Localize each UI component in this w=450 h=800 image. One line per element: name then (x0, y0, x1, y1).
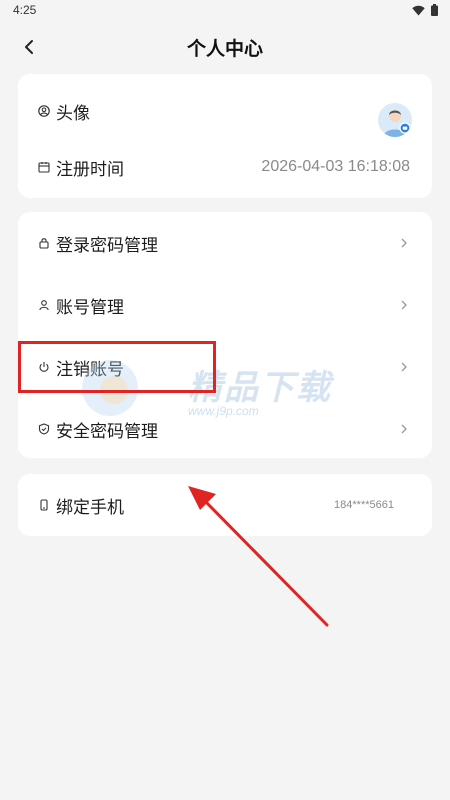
profile-card: 头像 注册时间 2026-04-03 16:18:08 (18, 74, 432, 198)
bind-phone-label: 绑定手机 (56, 497, 124, 518)
user-circle-icon (38, 105, 50, 117)
avatar-row[interactable]: 头像 (18, 83, 432, 139)
phone-card: 绑定手机 184****5661 (18, 474, 432, 536)
status-time: 4:25 (13, 3, 37, 17)
security-password-row[interactable]: 安全密码管理 (18, 401, 432, 457)
power-icon (38, 361, 50, 373)
lock-icon (38, 237, 50, 249)
avatar-label: 头像 (56, 103, 90, 124)
login-password-row[interactable]: 登录密码管理 (18, 215, 432, 271)
wifi-icon (412, 5, 425, 15)
chevron-right-icon (401, 362, 407, 372)
status-bar: 4:25 (0, 0, 450, 22)
status-icons (412, 4, 438, 16)
chevron-right-icon (401, 238, 407, 248)
person-icon (38, 299, 50, 311)
account-management-row[interactable]: 账号管理 (18, 277, 432, 333)
page-title: 个人中心 (186, 38, 263, 60)
bind-phone-value: 184****5661 (334, 499, 394, 511)
nav-bar: 个人中心 (0, 22, 450, 74)
security-card: 登录密码管理 账号管理 注销账号 安全密码管理 (18, 212, 432, 458)
register-time-value: 2026-04-03 16:18:08 (261, 158, 410, 175)
cancel-account-label: 注销账号 (56, 359, 124, 380)
calendar-icon (38, 161, 50, 173)
chevron-right-icon (401, 424, 407, 434)
register-time-row: 注册时间 2026-04-03 16:18:08 (18, 139, 432, 195)
login-password-label: 登录密码管理 (56, 235, 158, 256)
account-management-label: 账号管理 (56, 297, 124, 318)
security-password-label: 安全密码管理 (56, 421, 158, 442)
bind-phone-row[interactable]: 绑定手机 184****5661 (18, 477, 432, 533)
chevron-right-icon (401, 300, 407, 310)
phone-icon (38, 499, 50, 511)
register-time-label: 注册时间 (56, 159, 124, 180)
shield-icon (38, 423, 50, 435)
avatar[interactable] (378, 103, 412, 137)
cancel-account-row[interactable]: 注销账号 (18, 339, 432, 395)
battery-icon (431, 4, 438, 16)
